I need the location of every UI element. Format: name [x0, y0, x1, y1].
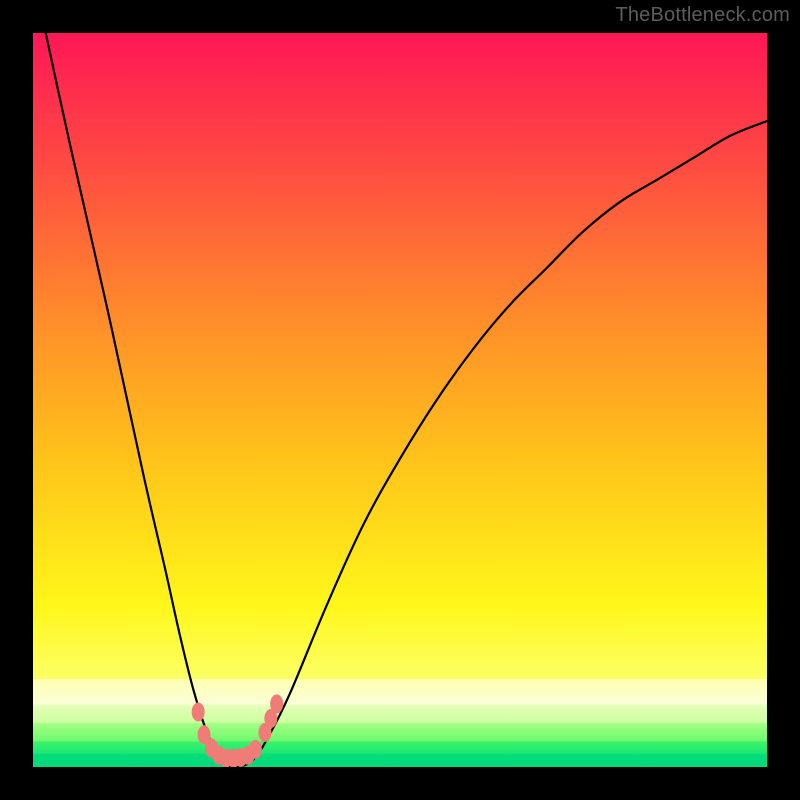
highlight-dot — [249, 740, 262, 759]
watermark-text: TheBottleneck.com — [615, 4, 790, 27]
highlight-dot — [270, 694, 283, 713]
highlight-dots — [33, 33, 767, 767]
highlight-dot — [192, 702, 205, 721]
chart-stage: TheBottleneck.com — [0, 0, 800, 800]
chart-plot-area — [33, 33, 767, 767]
